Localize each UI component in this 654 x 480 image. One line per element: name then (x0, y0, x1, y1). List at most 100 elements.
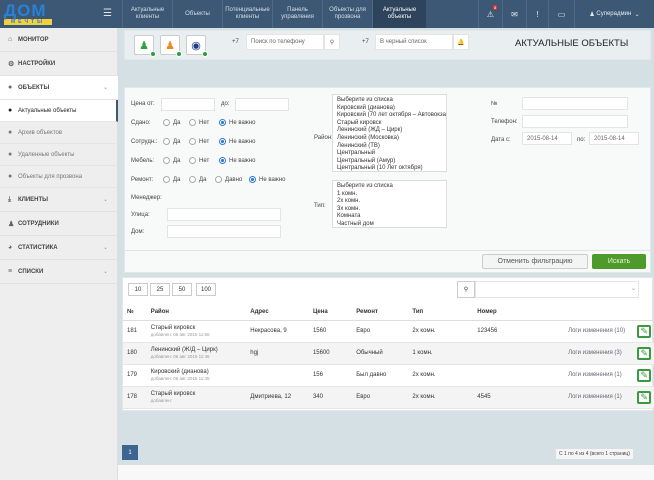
edit-icon[interactable]: ✎ (637, 346, 652, 360)
repair-yes-radio[interactable]: Да (163, 176, 180, 183)
add-object-button[interactable]: ◉ (186, 35, 208, 57)
table-row[interactable]: 178 Старый кировск добавлен: Дмитриева, 1… (123, 386, 654, 409)
user-name: Суперадмин (596, 11, 632, 17)
page-size-10[interactable]: 10 (128, 283, 148, 296)
sidebar-item-monitor[interactable]: ⌂ МОНИТОР (0, 28, 118, 52)
furniture-any-radio[interactable]: Не важно (219, 157, 255, 164)
district-listbox[interactable]: Выберите из списка Кировский (дианова) Кир… (332, 94, 447, 172)
nav-actual-clients[interactable]: Актуальные клиенты (122, 0, 172, 28)
page-size-25[interactable]: 25 (150, 283, 170, 296)
number-input[interactable] (522, 97, 628, 110)
list-option[interactable]: 1 комн. (337, 191, 442, 199)
nav-call-objects[interactable]: Объекты для прозвона (322, 0, 372, 28)
sidebar-item-staff[interactable]: ♟ СОТРУДНИКИ (0, 212, 118, 236)
list-option[interactable]: Выберите из списка (337, 183, 442, 191)
type-listbox[interactable]: Выберите из списка 1 комн. 2х комн. 3х комн… (332, 180, 447, 228)
staff-yes-radio[interactable]: Да (163, 138, 180, 145)
page-size-100[interactable]: 100 (196, 283, 216, 296)
sidebar-item-lists[interactable]: ≡ СПИСКИ ⌄ (0, 260, 118, 284)
pagination-info: С 1 по 4 из 4 (всего 1 страниц) (556, 449, 633, 459)
column-header[interactable]: Адрес (246, 304, 309, 321)
sidebar-item-clients[interactable]: ⤓ КЛИЕНТЫ ⌄ (0, 188, 118, 212)
table-search-input[interactable] (475, 281, 639, 298)
mail-icon[interactable]: ✉ (502, 0, 526, 28)
search-button[interactable]: Искать (592, 254, 646, 269)
repair-any-radio[interactable]: Не важно (249, 176, 285, 183)
change-log-link[interactable]: Логи изменения (1) (564, 364, 634, 387)
phone-search-input[interactable]: Поиск по телефону (246, 34, 324, 50)
staff-no-radio[interactable]: Нет (189, 138, 209, 145)
rented-no-radio[interactable]: Нет (189, 119, 209, 126)
sidebar-sub-archive[interactable]: ● Архив объектов (0, 122, 118, 144)
change-log-link[interactable]: Логи изменения (1) (564, 386, 634, 409)
phone-input[interactable] (522, 115, 628, 128)
edit-cell: ✎ (633, 342, 654, 365)
sidebar-item-objects[interactable]: ● ОБЪЕКТЫ ⌄ (0, 76, 118, 100)
repair-long-ago-radio[interactable]: Давно (215, 176, 242, 183)
page-size-50[interactable]: 50 (172, 283, 192, 296)
menu-toggle-icon[interactable]: ☰ (103, 8, 112, 19)
change-log-link[interactable]: Логи изменения (10) (564, 320, 634, 343)
street-input[interactable] (167, 208, 281, 221)
house-input[interactable] (167, 225, 281, 238)
repair-yes2-radio[interactable]: Да (189, 176, 206, 183)
furniture-no-radio[interactable]: Нет (189, 157, 209, 164)
list-option[interactable]: Ленинский (Московка) (337, 135, 442, 143)
blacklist-input[interactable]: В черный список (375, 34, 453, 50)
list-option[interactable]: Комната (337, 213, 442, 221)
list-option[interactable]: Частный дом (337, 221, 442, 227)
page-1-button[interactable]: 1 (122, 445, 138, 460)
list-option[interactable]: 3х комн. (337, 206, 442, 214)
furniture-yes-radio[interactable]: Да (163, 157, 180, 164)
table-row[interactable]: 181 Старый кировск добавлен: 06 авг 2015 … (123, 320, 654, 343)
sidebar-item-stats[interactable]: ◕ СТАТИСТИКА ⌄ (0, 236, 118, 260)
table-row[interactable]: 180 Ленинский (Ж/Д – Цирк) добавлен: 06 а… (123, 342, 654, 365)
nav-control-panel[interactable]: Панель управления (272, 0, 322, 28)
table-row[interactable]: 179 Кировский (дианова) добавлен: 06 авг … (123, 364, 654, 387)
nav-objects[interactable]: Объекты (172, 0, 222, 28)
sidebar-sub-call[interactable]: ● Объекты для прозвона (0, 166, 118, 188)
alert-button[interactable]: ⚠ 8 (478, 0, 502, 28)
blacklist-prefix: +7 (362, 39, 369, 45)
logo[interactable]: ДОМ МЕЧТЫ (4, 2, 52, 26)
column-header[interactable]: № (123, 304, 147, 321)
price-from-input[interactable] (161, 98, 215, 111)
info-icon[interactable]: ! (526, 0, 548, 28)
list-option[interactable]: 2х комн. (337, 198, 442, 206)
user-menu[interactable]: ♟ Суперадмин ⌄ (574, 0, 654, 28)
sidebar-sub-deleted[interactable]: ● Удаленные объекты (0, 144, 118, 166)
edit-icon[interactable]: ✎ (637, 390, 652, 404)
bell-icon[interactable]: 🔔 (453, 34, 469, 50)
reset-filter-button[interactable]: Отменить фильтрацию (482, 254, 588, 269)
nav-potential-clients[interactable]: Потенциальные клиенты (222, 0, 272, 28)
rented-any-radio[interactable]: Не важно (219, 119, 255, 126)
monitor-icon[interactable]: ▭ (548, 0, 574, 28)
column-header[interactable]: Цена (308, 304, 353, 321)
column-header[interactable]: Номер (473, 304, 565, 321)
sidebar-sub-actual-objects[interactable]: ● Актуальные объекты (0, 100, 118, 122)
column-header[interactable]: Ремонт (352, 304, 409, 321)
date-from-input[interactable]: 2015-08-14 (522, 132, 572, 145)
rented-yes-radio[interactable]: Да (163, 119, 180, 126)
staff-any-radio[interactable]: Не важно (219, 138, 255, 145)
table-search-icon[interactable]: ⚲ (457, 281, 475, 298)
add-client-button[interactable]: ♟ (134, 35, 156, 57)
add-staff-button[interactable]: ♟ (160, 35, 182, 57)
search-icon[interactable]: ⚲ (324, 34, 340, 50)
change-log-link[interactable]: Логи изменения (3) (564, 342, 634, 365)
edit-icon[interactable]: ✎ (637, 368, 652, 382)
list-option[interactable]: Центральный (337, 150, 442, 158)
edit-icon[interactable]: ✎ (637, 324, 652, 338)
list-option[interactable]: Ленинский (ЖД – Цирк) (337, 127, 442, 135)
list-option[interactable]: Кировский (70 лет октября – Автовокзал) (337, 112, 446, 120)
row-type: 2х комн. (408, 364, 474, 387)
column-header[interactable]: Район (146, 304, 247, 321)
column-header[interactable]: Тип (408, 304, 474, 321)
user-icon: ♟ (589, 11, 597, 18)
nav-actual-objects[interactable]: Актуальные объекты (372, 0, 426, 28)
sidebar-item-settings[interactable]: ⚙ НАСТРОЙКИ (0, 52, 118, 76)
price-to-input[interactable] (235, 98, 289, 111)
list-option[interactable]: Центральный (10 Лет октября) (337, 165, 442, 171)
list-option[interactable]: Выберите из списка (337, 97, 442, 105)
date-to-input[interactable]: 2015-08-14 (589, 132, 639, 145)
